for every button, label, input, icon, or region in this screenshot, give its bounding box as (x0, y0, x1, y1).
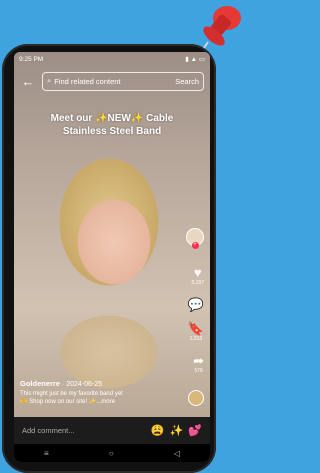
search-input[interactable]: ⌕ Find related content Search (42, 71, 204, 91)
share-count: 579 (194, 368, 203, 374)
video-headline: Meet our ✨NEW✨ Cable Stainless Steel Ban… (50, 113, 174, 137)
music-disc-icon (188, 390, 204, 406)
comment-bar: Add comment... 😩 ✨ 💕 (14, 417, 210, 444)
system-nav-bar: ≡ ○ ◁ (14, 444, 210, 462)
app-screen: 9:25 PM ▮ ▲ ▭ ← ⌕ Find related content S… (14, 52, 210, 462)
search-icon: ⌕ (47, 76, 52, 85)
desc-line-2: 🫶 Shop now on our site! ✨...more (20, 399, 115, 405)
nav-back-icon[interactable]: ◁ (174, 449, 180, 458)
comment-input[interactable]: Add comment... (22, 426, 146, 435)
comment-icon: 💬 (187, 297, 204, 312)
like-button[interactable]: ♥ 5,197 (191, 265, 204, 287)
bookmark-icon: 🔖 (187, 321, 204, 336)
post-date: 2024-06-25 (66, 381, 103, 388)
creator-avatar-button[interactable]: + (186, 228, 204, 249)
comment-button[interactable]: 💬 (188, 298, 204, 312)
home-icon[interactable]: ○ (109, 449, 114, 458)
search-button[interactable]: Search (175, 77, 199, 86)
share-button[interactable]: ➦ 579 (193, 353, 204, 375)
author-name[interactable]: Goldenerre (20, 379, 60, 388)
status-bar: 9:25 PM ▮ ▲ ▭ (14, 52, 210, 66)
desc-line-1: This might just be my favorite band yet (20, 391, 123, 397)
like-count: 5,197 (191, 280, 204, 286)
video-player[interactable] (14, 52, 210, 417)
back-arrow-icon[interactable]: ← (20, 73, 36, 89)
save-button[interactable]: 🔖 1,213 (187, 321, 204, 343)
follow-plus-icon[interactable]: + (191, 242, 199, 249)
search-placeholder: Find related content (54, 76, 121, 86)
status-icons: ▮ ▲ ▭ (185, 56, 205, 63)
save-count: 1,213 (189, 336, 203, 342)
search-bar: ← ⌕ Find related content Search (20, 70, 206, 92)
menu-icon[interactable]: ≡ (44, 449, 49, 458)
status-time: 9:25 PM (19, 55, 44, 63)
post-author-line: Goldenerre · 2024-06-25 (20, 379, 103, 388)
emoji-hearts[interactable]: 💕 (188, 424, 202, 437)
music-disc-button[interactable] (188, 390, 204, 406)
emoji-weary[interactable]: 😩 (151, 424, 165, 437)
emoji-sparkles[interactable]: ✨ (170, 424, 184, 437)
heart-icon: ♥ (193, 265, 202, 280)
post-description[interactable]: This might just be my favorite band yet … (20, 390, 170, 406)
share-arrow-icon: ➦ (193, 353, 204, 368)
